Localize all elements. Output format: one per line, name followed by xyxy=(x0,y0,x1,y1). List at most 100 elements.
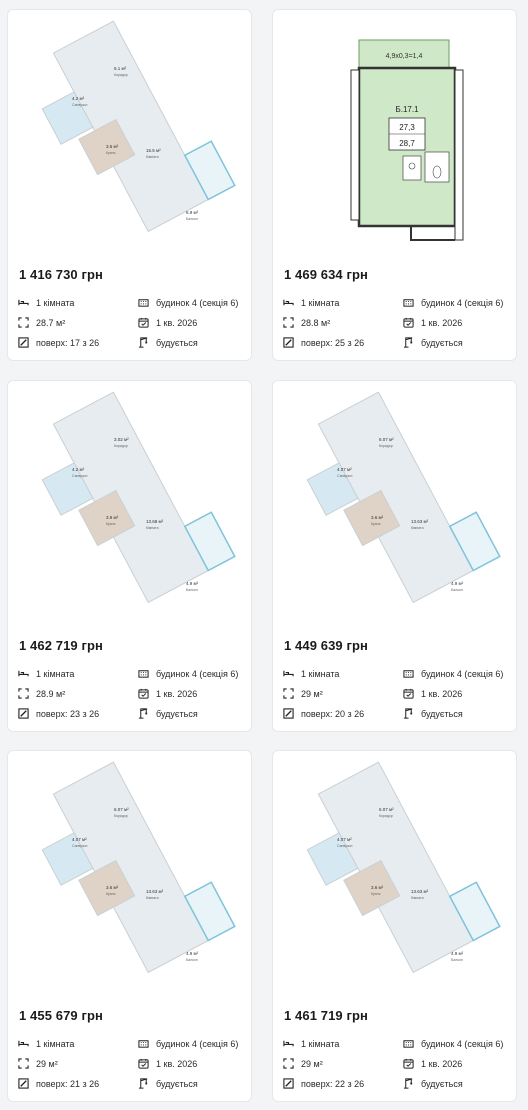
plan-living-label: Кімната xyxy=(411,526,424,530)
listing-price: 1 455 679 грн xyxy=(19,1008,103,1023)
status-info: будується xyxy=(138,708,198,719)
listing-card[interactable]: 6.07 м² Коридор 4.07 м² Санвузол 3.6 м² … xyxy=(272,380,517,732)
plan-bathroom xyxy=(424,151,450,183)
plan-living-label: Кімната xyxy=(146,526,159,530)
listing-price: 1 461 719 грн xyxy=(284,1008,368,1023)
listing-card[interactable]: 3.02 м² Коридор 4.2 м² Санвузол 3.9 м² К… xyxy=(7,380,252,732)
crane-icon xyxy=(138,1078,148,1089)
floor-icon xyxy=(18,708,29,719)
plan-balcony-area: 4.9 м² xyxy=(186,951,199,956)
plan-corridor-area: 6.07 м² xyxy=(379,437,394,442)
plan-balcony-area: 4.9 м² xyxy=(186,581,199,586)
plan-kitchen-label: Кухня xyxy=(106,892,115,896)
building-info: будинок 4 (секція 6) xyxy=(403,668,503,679)
building-info: будинок 4 (секція 6) xyxy=(138,1038,238,1049)
building-icon xyxy=(138,1040,149,1048)
floor-plan-image: 6.07 м² Коридор 4.07 м² Санвузол 3.6 м² … xyxy=(306,391,501,604)
status-info: будується xyxy=(138,337,198,348)
crane-icon xyxy=(403,1078,413,1089)
listing-card[interactable]: 6.07 м² Коридор 4.07 м² Санвузол 3.6 м² … xyxy=(7,750,252,1102)
listing-card[interactable]: 4,9х0,3=1,4 Б.17.1 27,3 28,7 1 469 634 г… xyxy=(272,9,517,361)
rooms-info: 1 кімната xyxy=(18,1038,74,1049)
status-info: будується xyxy=(403,337,463,348)
plan-inner-wall xyxy=(454,69,464,241)
floor-plan-image: 6.07 м² Коридор 4.07 м² Санвузол 3.6 м² … xyxy=(41,761,236,974)
building-info: будинок 4 (секція 6) xyxy=(403,1038,503,1049)
plan-kitchen-label: Кухня xyxy=(371,522,380,526)
plan-area-full: 28,7 xyxy=(399,139,415,148)
completion-info: 1 кв. 2026 xyxy=(403,317,462,328)
plan-corridor-label: Коридор xyxy=(114,73,128,77)
bed-icon xyxy=(283,299,294,306)
rooms-info: 1 кімната xyxy=(283,668,339,679)
plan-kitchen-label: Кухня xyxy=(106,522,115,526)
listing-price: 1 449 639 грн xyxy=(284,638,368,653)
building-info: будинок 4 (секція 6) xyxy=(403,297,503,308)
rooms-info: 1 кімната xyxy=(18,668,74,679)
floor-plan-image: 4,9х0,3=1,4 Б.17.1 27,3 28,7 xyxy=(350,39,464,241)
bed-icon xyxy=(283,1040,294,1047)
rooms-info: 1 кімната xyxy=(283,1038,339,1049)
plan-bath-label: Санвузол xyxy=(337,844,352,848)
area-info: 29 м² xyxy=(283,688,323,699)
plan-bath-label: Санвузол xyxy=(72,474,87,478)
plan-bath-area: 4.07 м² xyxy=(337,837,352,842)
calendar-icon xyxy=(403,1058,414,1069)
plan-corridor-area: 6.07 м² xyxy=(114,807,129,812)
plan-balcony-dims: 4,9х0,3=1,4 xyxy=(386,53,423,60)
building-icon xyxy=(138,299,149,307)
listing-price: 1 469 634 грн xyxy=(284,267,368,282)
listing-card[interactable]: 6.1 м² Коридор 4.2 м² Санвузол 3.5 м² Ку… xyxy=(7,9,252,361)
area-info: 29 м² xyxy=(283,1058,323,1069)
plan-living-area: 13.63 м² xyxy=(411,519,429,524)
plan-balcony-label: Балкон xyxy=(186,958,198,962)
plan-kitchen-label: Кухня xyxy=(371,892,380,896)
plan-living-label: Кімната xyxy=(146,896,159,900)
plan-bath-label: Санвузол xyxy=(72,844,87,848)
crane-icon xyxy=(138,337,148,348)
listing-card[interactable]: 6.07 м² Коридор 4.07 м² Санвузол 3.6 м² … xyxy=(272,750,517,1102)
completion-info: 1 кв. 2026 xyxy=(138,317,197,328)
plan-bath-label: Санвузол xyxy=(72,103,87,107)
rooms-info: 1 кімната xyxy=(283,297,339,308)
crane-icon xyxy=(138,708,148,719)
rooms-info: 1 кімната xyxy=(18,297,74,308)
area-info: 28.9 м² xyxy=(18,688,65,699)
floor-info: поверх: 22 з 26 xyxy=(283,1078,364,1089)
area-info: 29 м² xyxy=(18,1058,58,1069)
bed-icon xyxy=(283,670,294,677)
area-icon xyxy=(18,688,29,699)
area-info: 28.7 м² xyxy=(18,317,65,328)
status-info: будується xyxy=(403,1078,463,1089)
floor-icon xyxy=(18,1078,29,1089)
plan-corridor-area: 6.07 м² xyxy=(379,807,394,812)
calendar-icon xyxy=(138,317,149,328)
plan-bath-area: 4.07 м² xyxy=(337,467,352,472)
plan-living-label: Кімната xyxy=(411,896,424,900)
plan-kitchen-area: 3.6 м² xyxy=(106,885,119,890)
completion-info: 1 кв. 2026 xyxy=(138,688,197,699)
building-info: будинок 4 (секція 6) xyxy=(138,297,238,308)
plan-living-area: 13.63 м² xyxy=(146,889,164,894)
area-icon xyxy=(283,688,294,699)
plan-kitchen-area: 3.9 м² xyxy=(106,515,119,520)
plan-bath-area: 4.07 м² xyxy=(72,837,87,842)
area-icon xyxy=(18,1058,29,1069)
plan-balcony-label: Балкон xyxy=(186,217,198,221)
plan-balcony-area: 4.9 м² xyxy=(451,951,464,956)
plan-corridor-label: Коридор xyxy=(114,444,128,448)
plan-balcony-label: Балкон xyxy=(451,958,463,962)
bed-icon xyxy=(18,299,29,306)
listing-price: 1 462 719 грн xyxy=(19,638,103,653)
plan-kitchen-area: 3.6 м² xyxy=(371,515,384,520)
area-icon xyxy=(283,1058,294,1069)
bed-icon xyxy=(18,1040,29,1047)
plan-unit-number: Б.17.1 xyxy=(395,105,419,114)
calendar-icon xyxy=(403,688,414,699)
plan-balcony-area: 6.9 м² xyxy=(186,210,199,215)
area-icon xyxy=(283,317,294,328)
plan-balcony-label: Балкон xyxy=(186,588,198,592)
plan-corridor-area: 3.02 м² xyxy=(114,437,129,442)
crane-icon xyxy=(403,708,413,719)
plan-corridor-label: Коридор xyxy=(114,814,128,818)
